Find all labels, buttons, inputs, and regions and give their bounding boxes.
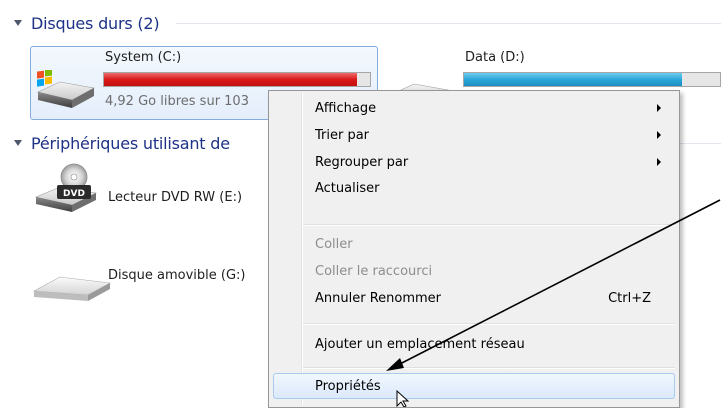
drive-name-dvd[interactable]: Lecteur DVD RW (E:): [108, 190, 242, 205]
menu-item-proprietes[interactable]: Propriétés: [273, 373, 675, 399]
menu-separator: [303, 367, 675, 369]
usage-fill-d: [464, 73, 682, 86]
collapse-arrow-icon[interactable]: [14, 20, 22, 26]
menu-item-label: Propriétés: [315, 378, 381, 394]
dvd-drive-icon: DVD: [35, 163, 97, 212]
menu-item-annuler-renommer[interactable]: Annuler Renommer Ctrl+Z: [273, 285, 675, 311]
collapse-arrow-icon[interactable]: [14, 140, 22, 146]
group-title-hard-disks: Disques durs (2): [31, 13, 160, 33]
menu-item-label: Coller: [315, 236, 353, 252]
group-header-removable[interactable]: Périphériques utilisant de: [14, 132, 230, 154]
menu-item-coller: Coller: [273, 231, 675, 257]
menu-separator: [303, 323, 675, 325]
menu-item-coller-raccourci: Coller le raccourci: [273, 258, 675, 284]
group-title-removable: Périphériques utilisant de: [31, 133, 230, 153]
menu-item-label: Regrouper par: [315, 154, 409, 170]
free-space-text-c: 4,92 Go libres sur 103: [105, 94, 249, 109]
menu-item-label: Affichage: [315, 100, 377, 116]
menu-item-actualiser[interactable]: Actualiser: [273, 175, 675, 201]
menu-item-label: Actualiser: [315, 180, 380, 196]
usage-bar-d: [463, 72, 721, 87]
menu-item-label: Ajouter un emplacement réseau: [315, 336, 525, 352]
windows-drive-icon: [37, 70, 95, 108]
drive-name-c: System (C:): [105, 50, 182, 65]
group-divider: [680, 143, 721, 144]
group-header-hard-disks[interactable]: Disques durs (2): [14, 12, 160, 34]
menu-item-label: Annuler Renommer: [315, 290, 442, 306]
menu-item-label: Trier par: [315, 127, 370, 143]
usage-fill-c: [104, 73, 357, 86]
removable-drive-icon: [32, 276, 111, 301]
menu-separator: [303, 224, 675, 226]
submenu-arrow-icon: [657, 131, 661, 139]
menu-item-regrouper-par[interactable]: Regrouper par: [273, 149, 675, 175]
submenu-arrow-icon: [657, 158, 661, 166]
group-divider: [176, 23, 721, 24]
menu-shortcut: Ctrl+Z: [608, 290, 651, 306]
menu-item-trier-par[interactable]: Trier par: [273, 122, 675, 148]
drive-name-removable[interactable]: Disque amovible (G:): [108, 268, 246, 283]
submenu-arrow-icon: [657, 104, 661, 112]
menu-item-affichage[interactable]: Affichage: [273, 95, 675, 121]
usage-bar-c: [103, 72, 371, 87]
dvd-badge: DVD: [63, 189, 85, 199]
menu-item-ajouter-emplacement-reseau[interactable]: Ajouter un emplacement réseau: [273, 331, 675, 357]
context-menu: Affichage Trier par Regrouper par Actual…: [268, 90, 680, 408]
menu-item-label: Coller le raccourci: [315, 263, 433, 279]
drive-name-d[interactable]: Data (D:): [465, 50, 525, 65]
